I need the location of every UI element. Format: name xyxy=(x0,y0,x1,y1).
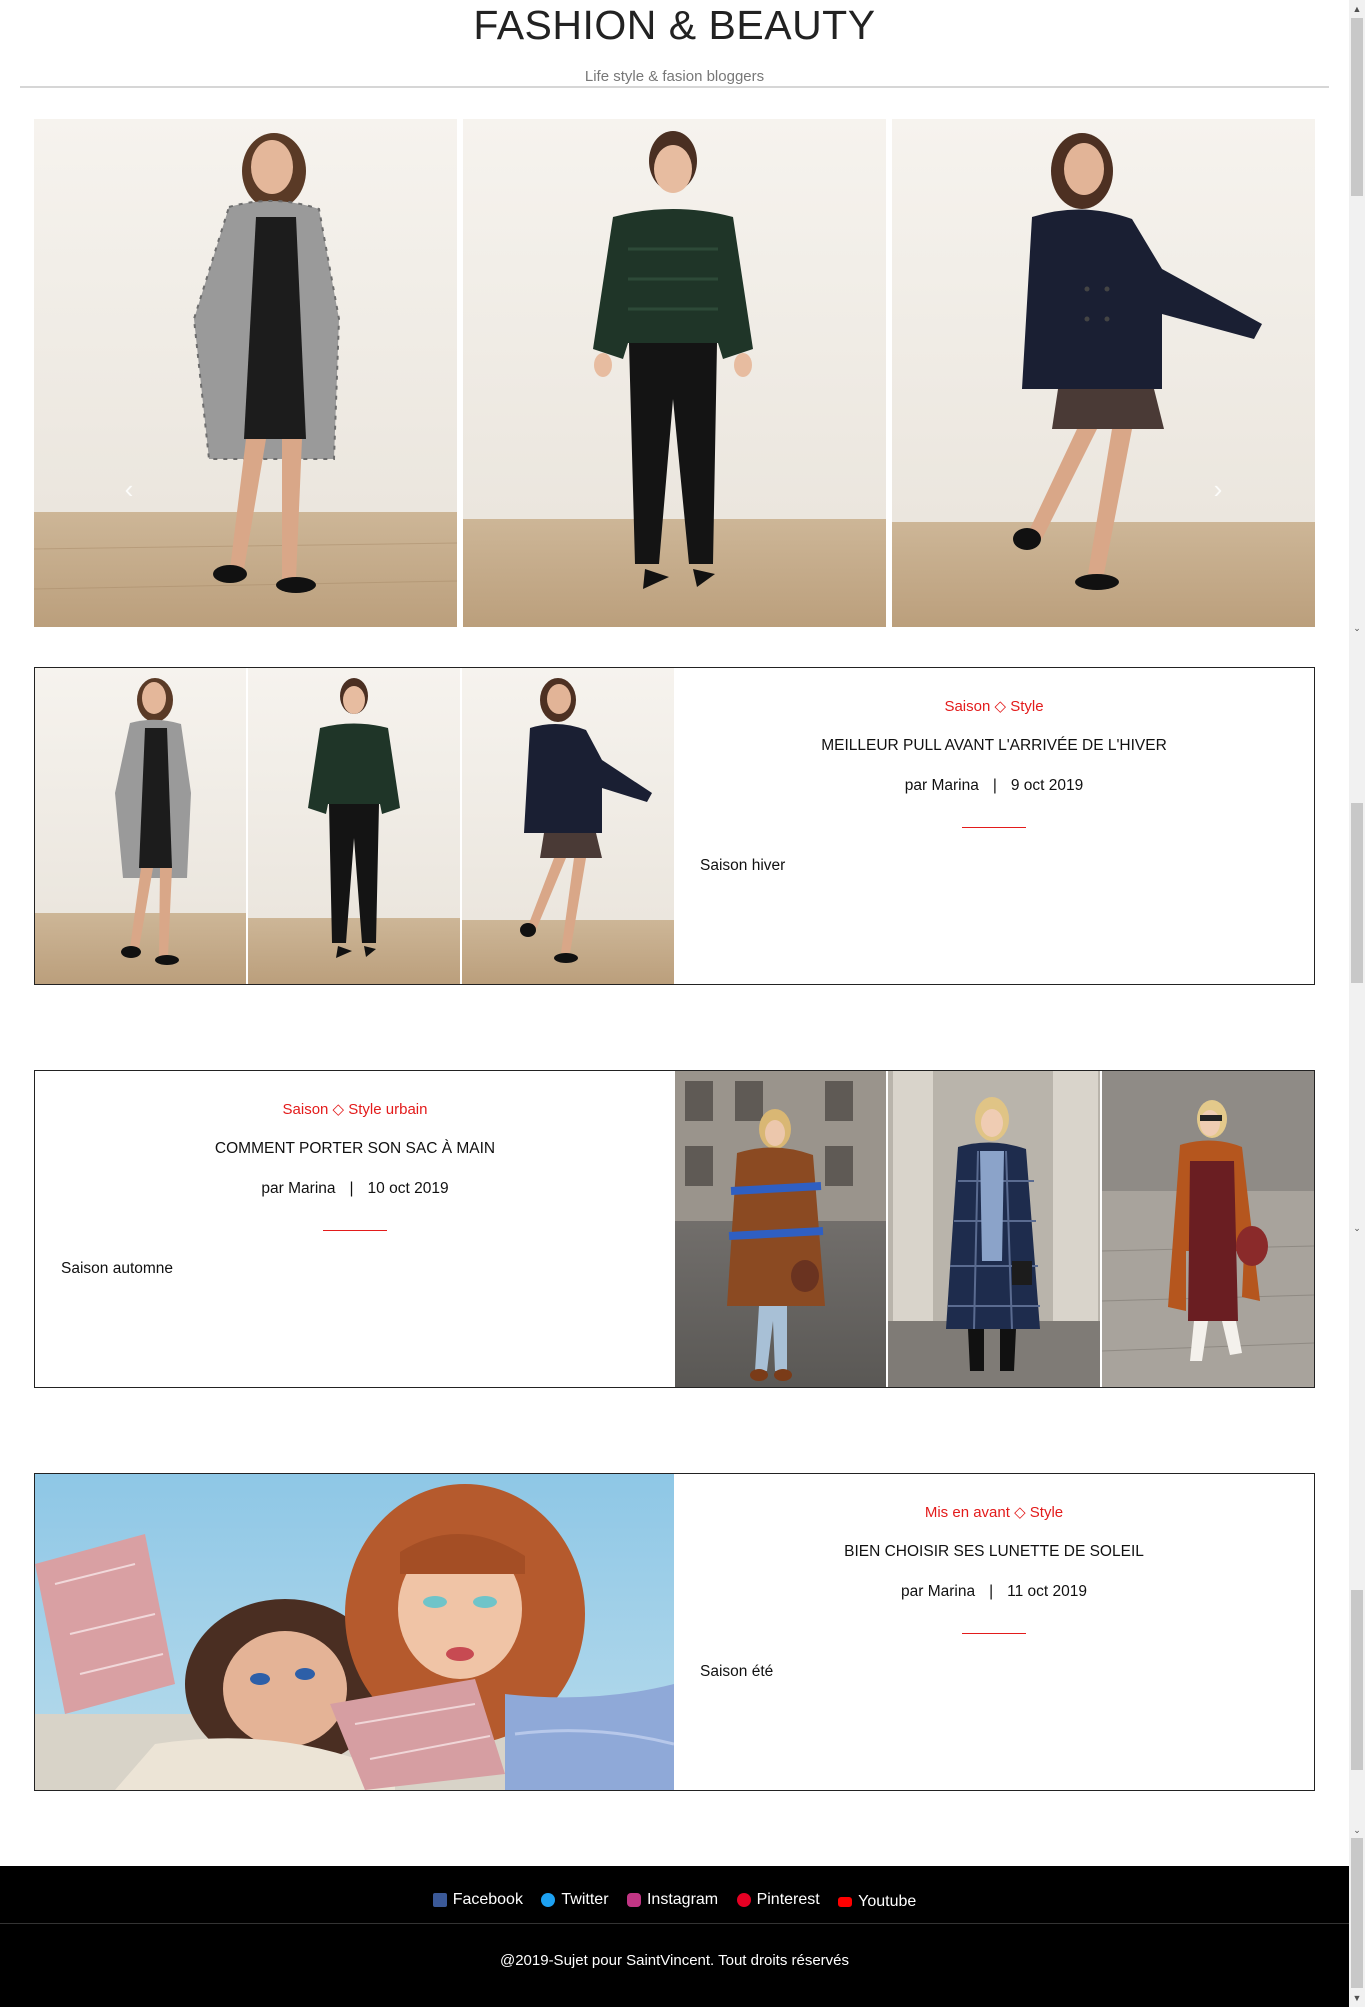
carousel-slide-image xyxy=(892,119,1315,627)
article-author: par Marina xyxy=(261,1180,336,1197)
carousel-slide-image xyxy=(463,119,886,627)
article-photo xyxy=(1102,1071,1314,1387)
pinterest-icon xyxy=(736,1893,751,1907)
youtube-icon xyxy=(838,1897,853,1907)
article-image-strip xyxy=(35,668,674,984)
meta-separator: | xyxy=(989,1583,994,1600)
site-header: FASHION & BEAUTY Life style & fasion blo… xyxy=(0,0,1349,90)
article-meta: par Marina | 11 oct 2019 xyxy=(674,1583,1314,1601)
footer-divider xyxy=(0,1923,1349,1924)
article-divider xyxy=(962,827,1026,828)
carousel-prev-button[interactable]: ‹ xyxy=(117,474,141,505)
article-date: 10 oct 2019 xyxy=(367,1180,449,1197)
article-image-strip xyxy=(675,1071,1314,1387)
article-photo xyxy=(462,668,674,984)
site-tagline: Life style & fasion bloggers xyxy=(584,68,765,85)
facebook-link[interactable]: Facebook xyxy=(432,1891,523,1909)
article-title[interactable]: BIEN CHOISIR SES LUNETTE DE SOLEIL xyxy=(674,1543,1314,1561)
article-divider xyxy=(323,1230,387,1231)
article-category[interactable]: Mis en avant ◇ Style xyxy=(674,1503,1314,1521)
article-text: Saison ◇ Style urbain COMMENT PORTER SON… xyxy=(35,1071,675,1387)
chevron-left-icon: ‹ xyxy=(124,474,134,504)
article-text: Saison ◇ Style MEILLEUR PULL AVANT L'ARR… xyxy=(674,668,1314,984)
article-author: par Marina xyxy=(901,1583,976,1600)
facebook-icon xyxy=(432,1893,447,1907)
scroll-up-icon[interactable]: ▲ xyxy=(1349,2,1365,16)
scroll-down-icon[interactable]: ▼ xyxy=(1349,1991,1365,2005)
social-label: Pinterest xyxy=(756,1891,820,1908)
chevron-down-icon: ⌄ xyxy=(1353,623,1361,633)
article-meta: par Marina | 9 oct 2019 xyxy=(674,777,1314,795)
meta-separator: | xyxy=(349,1180,354,1197)
article-photo xyxy=(675,1071,886,1387)
instagram-icon xyxy=(626,1893,641,1907)
article-meta: par Marina | 10 oct 2019 xyxy=(35,1180,675,1198)
article-divider xyxy=(962,1633,1026,1634)
chevron-right-icon: › xyxy=(1213,474,1223,504)
article-image xyxy=(35,1474,674,1790)
meta-separator: | xyxy=(992,777,997,794)
chevron-down-icon: ⌄ xyxy=(1353,1825,1361,1835)
article-excerpt: Saison hiver xyxy=(700,857,786,874)
article-title[interactable]: COMMENT PORTER SON SAC À MAIN xyxy=(35,1140,675,1158)
article-card[interactable]: Saison ◇ Style urbain COMMENT PORTER SON… xyxy=(34,1070,1315,1388)
chevron-down-icon: ⌄ xyxy=(1353,1223,1361,1233)
article-author: par Marina xyxy=(904,777,979,794)
hero-carousel[interactable]: ‹ › xyxy=(34,119,1315,728)
twitter-icon xyxy=(541,1893,556,1907)
youtube-link[interactable]: Youtube xyxy=(838,1893,916,1911)
article-title[interactable]: MEILLEUR PULL AVANT L'ARRIVÉE DE L'HIVER xyxy=(674,737,1314,755)
social-label: Twitter xyxy=(561,1891,609,1908)
carousel-next-button[interactable]: › xyxy=(1206,474,1230,505)
scrollbar-thumb[interactable] xyxy=(1351,803,1363,983)
scrollbar-thumb[interactable] xyxy=(1351,1590,1363,1770)
article-text: Mis en avant ◇ Style BIEN CHOISIR SES LU… xyxy=(674,1474,1314,1790)
article-card[interactable]: Saison ◇ Style MEILLEUR PULL AVANT L'ARR… xyxy=(34,667,1315,985)
scrollbar-thumb[interactable] xyxy=(1351,18,1363,196)
social-label: Instagram xyxy=(646,1891,719,1908)
copyright-text: @2019-Sujet pour SaintVincent. Tout droi… xyxy=(499,1952,850,1969)
pinterest-link[interactable]: Pinterest xyxy=(736,1891,820,1909)
twitter-link[interactable]: Twitter xyxy=(541,1891,609,1909)
scrollbar-thumb[interactable] xyxy=(1351,1838,1363,1988)
social-label: Youtube xyxy=(858,1893,917,1910)
page-scrollbar[interactable]: ▲ ⌄ ⌄ ⌄ ▼ xyxy=(1349,0,1365,2007)
article-date: 11 oct 2019 xyxy=(1007,1583,1087,1600)
article-category[interactable]: Saison ◇ Style urbain xyxy=(35,1100,675,1118)
article-excerpt: Saison automne xyxy=(61,1260,174,1277)
social-links: Facebook Twitter Instagram Pinterest You… xyxy=(0,1891,1349,1912)
article-card[interactable]: Mis en avant ◇ Style BIEN CHOISIR SES LU… xyxy=(34,1473,1315,1791)
site-title[interactable]: FASHION & BEAUTY xyxy=(0,2,1349,49)
article-date: 9 oct 2019 xyxy=(1010,777,1084,794)
header-divider xyxy=(20,86,1329,88)
article-photo xyxy=(888,1071,1100,1387)
article-photo xyxy=(248,668,460,984)
site-footer: Facebook Twitter Instagram Pinterest You… xyxy=(0,1866,1349,2007)
carousel-slide-image xyxy=(34,119,457,627)
article-photo xyxy=(35,668,246,984)
article-excerpt: Saison été xyxy=(700,1663,774,1680)
instagram-link[interactable]: Instagram xyxy=(626,1891,719,1909)
article-category[interactable]: Saison ◇ Style xyxy=(674,697,1314,715)
social-label: Facebook xyxy=(452,1891,523,1908)
